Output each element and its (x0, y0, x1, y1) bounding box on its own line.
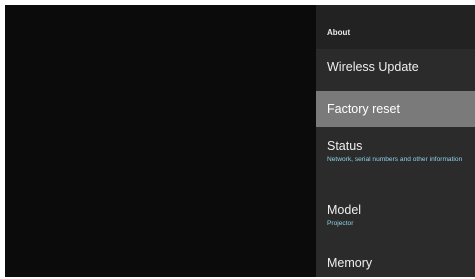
menu-item-subtitle: Projector (327, 220, 354, 227)
menu-item-label: Status (327, 139, 363, 153)
menu-item-wireless-update[interactable]: Wireless Update (316, 57, 475, 89)
tv-screen: About Wireless Update Factory reset Stat… (5, 5, 475, 277)
panel-title: About (327, 28, 351, 37)
menu-item-subtitle: Network, serial numbers and other inform… (327, 156, 463, 163)
menu-item-label: Wireless Update (327, 60, 419, 74)
menu-item-label: Factory reset (327, 102, 400, 116)
menu-item-factory-reset[interactable]: Factory reset (316, 91, 475, 127)
menu-item-label: Model (327, 203, 362, 217)
about-settings-panel: About Wireless Update Factory reset Stat… (316, 5, 475, 277)
menu-item-model[interactable]: Model Projector (316, 203, 475, 239)
menu-item-memory[interactable]: Memory (316, 256, 475, 277)
panel-header: About (316, 5, 475, 49)
menu-item-label: Memory (327, 256, 373, 270)
menu-item-status[interactable]: Status Network, serial numbers and other… (316, 139, 475, 187)
